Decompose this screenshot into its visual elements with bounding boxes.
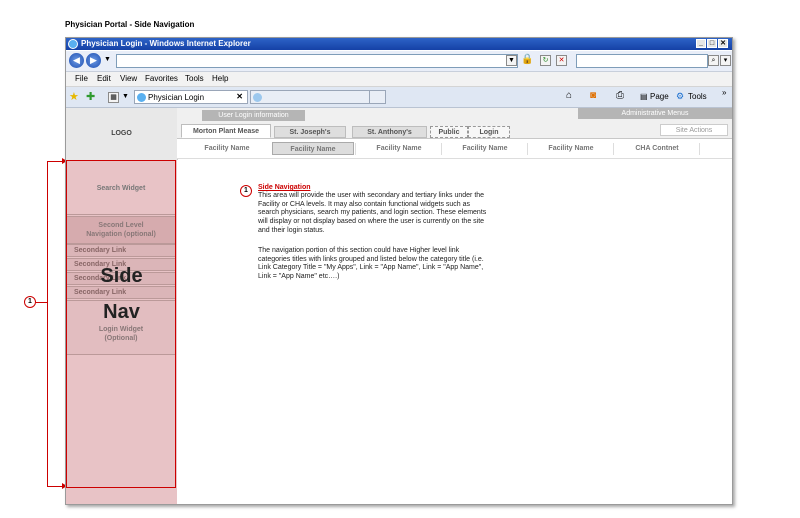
tools-gear-icon[interactable]: ⚙ <box>676 91 684 102</box>
page-icon <box>137 93 146 102</box>
tab-login[interactable]: Login <box>468 126 510 138</box>
refresh-icon[interactable]: ↻ <box>540 55 551 66</box>
search-input[interactable] <box>576 54 708 68</box>
cha-content-link[interactable]: CHA Contnet <box>615 142 699 155</box>
tab-morton-plant-mease[interactable]: Morton Plant Mease <box>181 124 271 138</box>
favorites-star-icon[interactable]: ★ <box>69 90 79 103</box>
ie-icon <box>68 39 78 49</box>
tools-menu[interactable]: Tools <box>688 92 707 101</box>
window-title: Physician Login - Windows Internet Explo… <box>81 39 251 48</box>
close-tab-icon[interactable]: ✕ <box>236 92 243 101</box>
minimize-button[interactable]: _ <box>696 39 706 48</box>
annotation-title: Side Navigation <box>258 184 311 191</box>
facility-separator <box>613 143 614 155</box>
annotation-paragraph-2: The navigation portion of this section c… <box>258 247 484 281</box>
administrative-menus[interactable]: Administrative Menus <box>578 108 732 119</box>
site-actions-button[interactable]: Site Actions <box>660 124 728 136</box>
menu-help[interactable]: Help <box>212 74 228 83</box>
facility-separator <box>355 143 356 155</box>
tab-st-josephs[interactable]: St. Joseph's <box>274 126 346 138</box>
facility-link-selected[interactable]: Facility Name <box>272 142 354 155</box>
address-toolbar: ◀ ▶ ▼ ▼ 🔒 ↻ ✕ ⌕ ▾ <box>66 51 732 72</box>
chevron-more-icon[interactable]: » <box>722 88 726 97</box>
facility-separator <box>527 143 528 155</box>
page-menu[interactable]: Page <box>650 92 669 101</box>
history-dropdown-icon[interactable]: ▼ <box>104 56 111 63</box>
tab-spacer <box>369 90 386 104</box>
page-menu-icon[interactable]: ▤ <box>640 92 648 101</box>
back-icon[interactable]: ◀ <box>69 53 84 68</box>
facility-tabs: Morton Plant Mease St. Joseph's St. Anth… <box>177 122 732 139</box>
tab-list-icon[interactable]: ▼ <box>122 93 129 100</box>
lock-icon: 🔒 <box>521 54 534 65</box>
menu-file[interactable]: File <box>75 74 88 83</box>
add-favorite-icon[interactable]: ✚ <box>86 90 95 103</box>
page-heading: Physician Portal - Side Navigation <box>65 20 195 29</box>
quick-tabs-icon[interactable]: ▦ <box>108 92 119 103</box>
new-tab-icon <box>253 93 262 102</box>
logo: LOGO <box>66 108 178 160</box>
annotation-marker: 1 <box>240 185 252 197</box>
tab-public[interactable]: Public <box>430 126 468 138</box>
facility-link[interactable]: Facility Name <box>529 142 613 155</box>
menu-bar: File Edit View Favorites Tools Help <box>66 72 732 87</box>
maximize-button[interactable]: □ <box>707 39 717 48</box>
facility-row: Facility Name Facility Name Facility Nam… <box>177 139 732 159</box>
print-icon[interactable]: ⎙ <box>616 90 624 101</box>
search-icon[interactable]: ⌕ <box>708 55 719 66</box>
menu-view[interactable]: View <box>120 74 137 83</box>
annotation-marker-left: 1 <box>24 296 36 308</box>
forward-icon[interactable]: ▶ <box>86 53 101 68</box>
search-options-icon[interactable]: ▾ <box>720 55 731 66</box>
side-nav-highlight <box>66 160 176 488</box>
tab-st-anthonys[interactable]: St. Anthony's <box>352 126 427 138</box>
annotation-leader-line <box>36 302 47 303</box>
new-tab[interactable] <box>250 90 385 104</box>
tab-bar: ★ ✚ ▦ ▼ Physician Login ✕ ⌂ ◙ ⎙ ▤ Page ⚙… <box>66 87 732 108</box>
facility-separator <box>699 143 700 155</box>
tab-title: Physician Login <box>148 93 205 102</box>
facility-link[interactable]: Facility Name <box>357 142 441 155</box>
menu-edit[interactable]: Edit <box>97 74 111 83</box>
address-dropdown-icon[interactable]: ▼ <box>506 55 517 66</box>
close-button[interactable]: ✕ <box>718 39 728 48</box>
home-icon[interactable]: ⌂ <box>566 90 572 101</box>
facility-separator <box>441 143 442 155</box>
menu-favorites[interactable]: Favorites <box>145 74 178 83</box>
annotation-bracket <box>47 162 48 486</box>
address-bar[interactable] <box>116 54 518 68</box>
facility-link[interactable]: Facility Name <box>443 142 527 155</box>
title-bar: Physician Login - Windows Internet Explo… <box>66 38 732 50</box>
menu-tools[interactable]: Tools <box>185 74 204 83</box>
annotation-paragraph-1: This area will provide the user with sec… <box>258 192 487 234</box>
facility-link[interactable]: Facility Name <box>187 142 267 155</box>
tab-physician-login[interactable]: Physician Login ✕ <box>134 90 248 104</box>
feeds-icon[interactable]: ◙ <box>590 90 596 101</box>
stop-icon[interactable]: ✕ <box>556 55 567 66</box>
user-login-info[interactable]: User Login information <box>202 110 305 121</box>
